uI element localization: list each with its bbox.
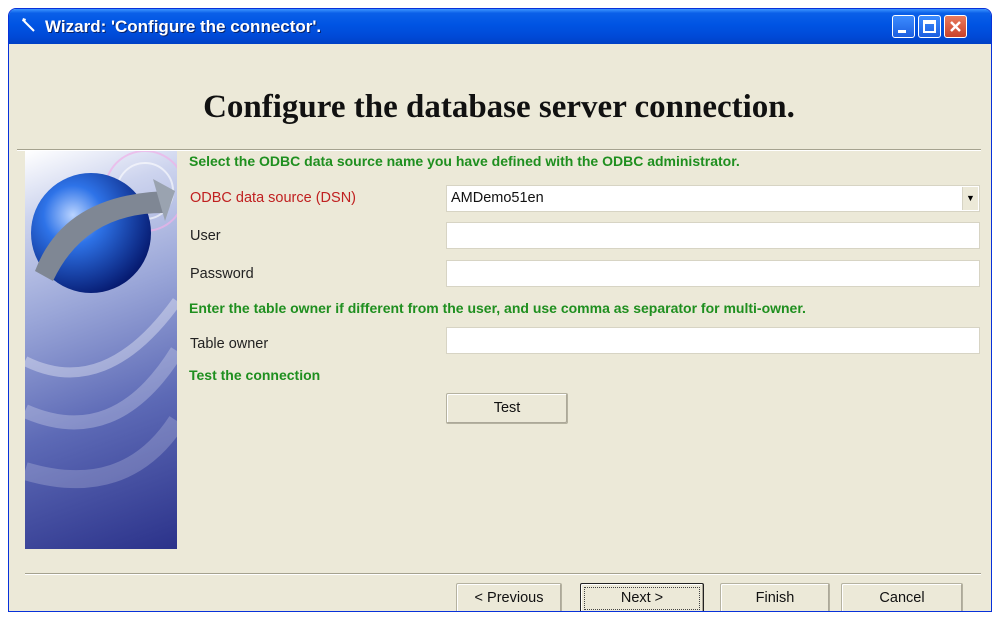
owner-instruction: Enter the table owner if different from … bbox=[189, 300, 806, 316]
title-bar[interactable]: Wizard: 'Configure the connector'. bbox=[9, 9, 991, 44]
table-owner-label: Table owner bbox=[190, 336, 269, 352]
password-label: Password bbox=[190, 266, 254, 282]
table-owner-input[interactable] bbox=[446, 327, 980, 354]
wizard-side-image bbox=[25, 151, 177, 549]
minimize-button[interactable] bbox=[892, 15, 915, 38]
cancel-button-label: Cancel bbox=[879, 590, 925, 606]
window-title: Wizard: 'Configure the connector'. bbox=[45, 17, 322, 36]
maximize-button[interactable] bbox=[918, 15, 941, 38]
test-button[interactable]: Test bbox=[446, 393, 568, 424]
wizard-header: Configure the database server connection… bbox=[17, 49, 981, 150]
finish-button[interactable]: Finish bbox=[720, 583, 830, 611]
finish-button-label: Finish bbox=[755, 590, 795, 606]
close-button[interactable] bbox=[944, 15, 967, 38]
password-input[interactable] bbox=[446, 260, 980, 287]
close-icon bbox=[950, 21, 961, 32]
next-button-label: Next > bbox=[620, 590, 664, 606]
previous-button[interactable]: < Previous bbox=[456, 583, 562, 611]
cancel-button[interactable]: Cancel bbox=[841, 583, 963, 611]
next-button[interactable]: Next > bbox=[580, 583, 704, 611]
wand-icon bbox=[21, 17, 37, 33]
user-label: User bbox=[190, 228, 221, 244]
user-input[interactable] bbox=[446, 222, 980, 249]
dropdown-arrow-icon[interactable]: ▼ bbox=[962, 187, 978, 210]
wizard-window: Wizard: 'Configure the connector'. Confi… bbox=[8, 8, 992, 612]
page-title: Configure the database server connection… bbox=[203, 89, 795, 125]
minimize-icon bbox=[898, 30, 906, 33]
dsn-label: ODBC data source (DSN) bbox=[190, 190, 356, 206]
dsn-select[interactable]: AMDemo51en ▼ bbox=[446, 185, 980, 212]
footer-divider bbox=[25, 573, 981, 575]
dsn-instruction: Select the ODBC data source name you hav… bbox=[189, 153, 740, 169]
globe-arrow-icon bbox=[25, 151, 177, 489]
dsn-select-value: AMDemo51en bbox=[451, 190, 544, 206]
test-button-label: Test bbox=[493, 400, 521, 416]
maximize-icon bbox=[923, 20, 936, 33]
test-instruction: Test the connection bbox=[189, 367, 321, 383]
previous-button-label: < Previous bbox=[474, 590, 544, 606]
